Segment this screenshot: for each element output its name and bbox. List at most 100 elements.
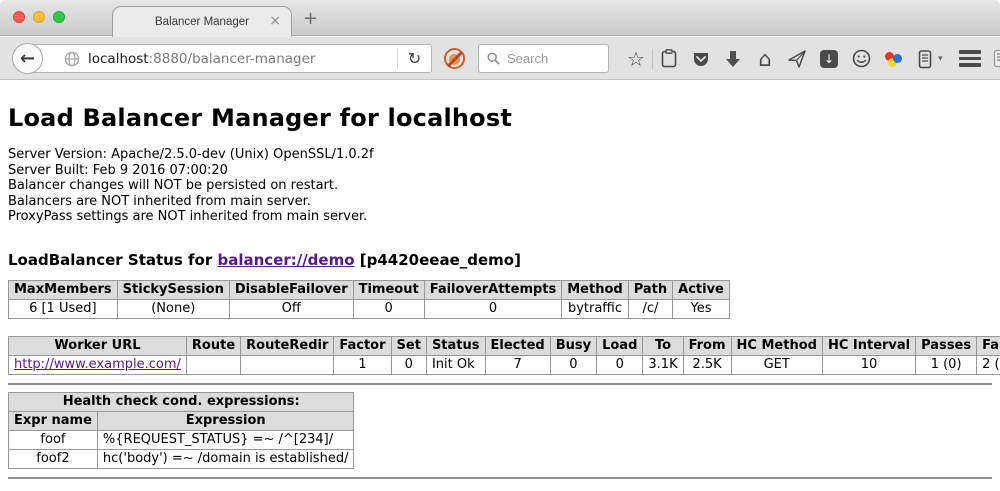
minimize-window-icon[interactable] [33, 11, 45, 23]
back-icon: ← [20, 48, 35, 69]
url-path: :8880/balancer-manager [149, 51, 316, 67]
table-header-row: MaxMembers StickySession DisableFailover… [9, 280, 730, 299]
cell: 7 [485, 355, 550, 374]
close-window-icon[interactable] [13, 11, 25, 23]
video-download-icon[interactable]: ↓ [819, 48, 839, 70]
column-header: HC Interval [822, 336, 915, 355]
worker-table: Worker URL Route RouteRedir Factor Set S… [8, 336, 1000, 375]
cell: 2 (0) [977, 355, 1000, 374]
worker-url-link[interactable]: http://www.example.com/ [14, 357, 181, 372]
globe-icon [64, 51, 80, 67]
server-version-line: Server Version: Apache/2.5.0-dev (Unix) … [8, 147, 992, 163]
column-header: Route [186, 336, 240, 355]
column-header: Timeout [353, 280, 424, 299]
cell: 6 [1 Used] [9, 299, 118, 318]
cell: 0 [597, 355, 643, 374]
table-header-row: Health check cond. expressions: [9, 392, 354, 411]
search-bar [478, 44, 609, 73]
tab-balancer-manager[interactable]: Balancer Manager × [112, 6, 292, 37]
column-header: Passes [916, 336, 977, 355]
dropdown-caret-icon[interactable]: ▾ [938, 54, 943, 64]
column-header: Expression [97, 411, 354, 430]
cell: 0 [391, 355, 426, 374]
column-header: MaxMembers [9, 280, 118, 299]
cell [186, 355, 240, 374]
pages-icon[interactable] [993, 48, 1000, 70]
zoom-window-icon[interactable] [53, 11, 65, 23]
cell: Yes [673, 299, 730, 318]
cell: Off [229, 299, 353, 318]
column-header: Factor [334, 336, 391, 355]
column-header: Active [673, 280, 730, 299]
section-heading: LoadBalancer Status for balancer://demo … [8, 251, 992, 269]
section-heading-prefix: LoadBalancer Status for [8, 251, 217, 269]
table-title: Health check cond. expressions: [9, 392, 354, 411]
column-header: Worker URL [9, 336, 187, 355]
url-bar[interactable]: localhost:8880/balancer-manager ↻ [27, 44, 432, 73]
column-header: HC Method [731, 336, 822, 355]
cell: bytraffic [562, 299, 628, 318]
cell: hc('body') =~ /domain is established/ [97, 449, 354, 468]
cell: GET [731, 355, 822, 374]
cell [241, 355, 334, 374]
pocket-icon[interactable] [691, 48, 711, 70]
column-header: DisableFailover [229, 280, 353, 299]
new-tab-button[interactable]: + [303, 8, 318, 29]
column-header: Path [628, 280, 672, 299]
cell: 0 [353, 299, 424, 318]
column-header: From [683, 336, 731, 355]
content-blocker-icon[interactable] [444, 48, 465, 69]
send-tab-icon[interactable] [787, 48, 807, 70]
cell: /c/ [628, 299, 672, 318]
column-header: Load [597, 336, 643, 355]
column-header: Set [391, 336, 426, 355]
reload-button[interactable]: ↻ [397, 48, 431, 69]
balancer-params-table: MaxMembers StickySession DisableFailover… [8, 280, 730, 319]
cell: 2.5K [683, 355, 731, 374]
column-header: Expr name [9, 411, 98, 430]
toolbar-divider [652, 49, 653, 69]
page-title: Load Balancer Manager for localhost [8, 104, 992, 132]
server-built-line: Server Built: Feb 9 2016 07:00:20 [8, 163, 992, 179]
cell: %{REQUEST_STATUS} =~ /^[234]/ [97, 430, 354, 449]
home-icon[interactable]: ⌂ [755, 48, 775, 70]
table-row: 6 [1 Used] (None) Off 0 0 bytraffic /c/ … [9, 299, 730, 318]
column-header: RouteRedir [241, 336, 334, 355]
column-header: Fails [977, 336, 1000, 355]
cell: 0 [550, 355, 596, 374]
battery-addon-icon[interactable] [915, 48, 935, 70]
search-icon [487, 52, 500, 65]
table-header-row: Worker URL Route RouteRedir Factor Set S… [9, 336, 1000, 355]
divider [8, 383, 992, 385]
downloads-icon[interactable] [723, 48, 743, 70]
back-button[interactable]: ← [12, 43, 43, 74]
page-content: Load Balancer Manager for localhost Serv… [0, 81, 1000, 491]
table-row: foof %{REQUEST_STATUS} =~ /^[234]/ [9, 430, 354, 449]
cell: 1 (0) [916, 355, 977, 374]
color-dots-icon[interactable] [883, 49, 903, 69]
bookmark-star-icon[interactable]: ☆ [626, 48, 646, 70]
column-header: Elected [485, 336, 550, 355]
cell: (None) [117, 299, 229, 318]
reload-icon: ↻ [408, 49, 421, 68]
cell: 10 [822, 355, 915, 374]
tab-title: Balancer Manager [155, 16, 249, 28]
cell: http://www.example.com/ [9, 355, 187, 374]
toolbar-icons: ☆ ⌂ ↓ [626, 44, 1000, 73]
clipboard-icon[interactable] [659, 48, 679, 70]
cell: 1 [334, 355, 391, 374]
traffic-lights [13, 11, 65, 23]
cell: 0 [424, 299, 562, 318]
column-header: FailoverAttempts [424, 280, 562, 299]
navigation-toolbar: ← localhost:8880/balancer-manager ↻ ☆ [0, 37, 1000, 80]
cell: foof [9, 430, 98, 449]
column-header: To [643, 336, 683, 355]
window-titlebar: Balancer Manager × + [0, 0, 1000, 36]
search-input[interactable] [507, 51, 597, 66]
cell: foof2 [9, 449, 98, 468]
feedback-smiley-icon[interactable] [851, 48, 871, 70]
balancer-link[interactable]: balancer://demo [217, 251, 354, 269]
notice-line: ProxyPass settings are NOT inherited fro… [8, 209, 992, 225]
tab-close-icon[interactable]: × [269, 13, 281, 30]
menu-icon[interactable] [959, 50, 981, 67]
